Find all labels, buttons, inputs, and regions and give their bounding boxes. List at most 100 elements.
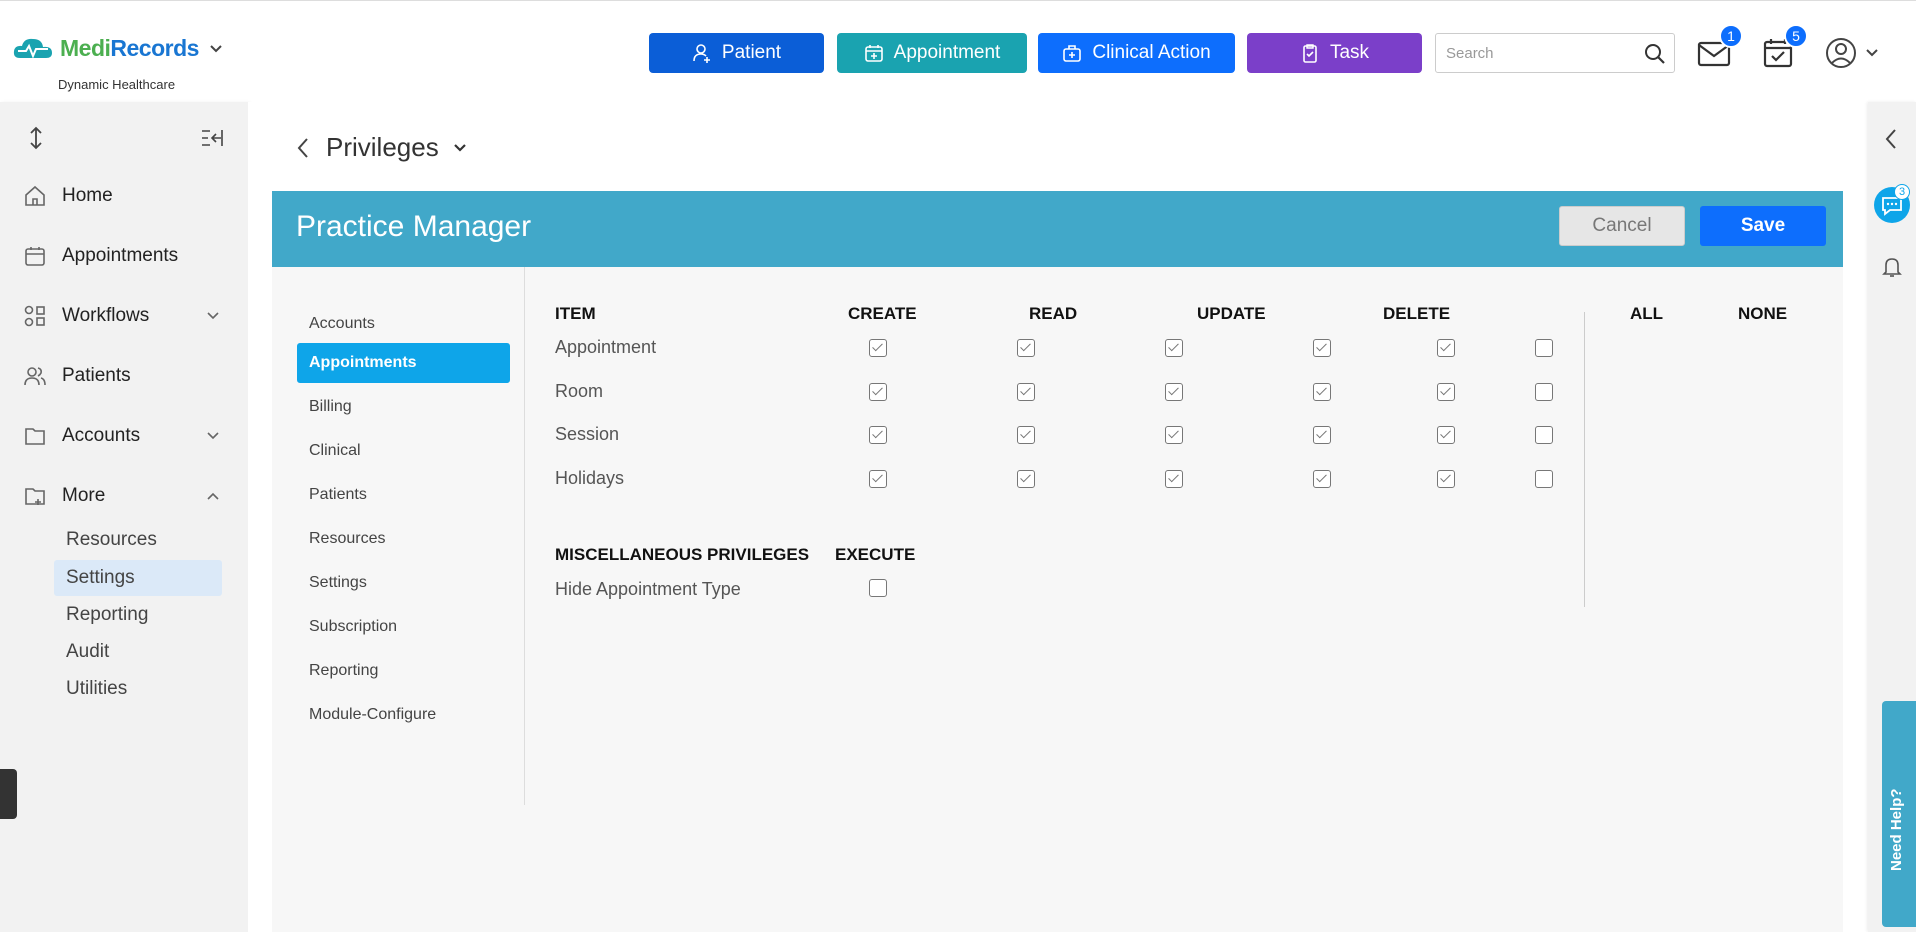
delete-checkbox[interactable]: [1313, 470, 1331, 488]
category-subscription[interactable]: Subscription: [297, 607, 510, 647]
none-checkbox[interactable]: [1535, 470, 1553, 488]
calendar-tasks-button[interactable]: 5: [1762, 24, 1808, 69]
read-checkbox[interactable]: [1017, 339, 1035, 357]
column-header-create: CREATE: [848, 304, 917, 323]
clinical-action-button[interactable]: Clinical Action: [1038, 33, 1235, 73]
sidebar-subitem-settings[interactable]: Settings: [54, 560, 222, 596]
category-billing[interactable]: Billing: [297, 387, 510, 427]
create-checkbox[interactable]: [869, 426, 887, 444]
category-module-configure[interactable]: Module-Configure: [297, 695, 510, 735]
privilege-row-label: Room: [555, 381, 604, 401]
chevron-down-icon: [1866, 49, 1878, 57]
chevron-up-icon: [207, 492, 219, 500]
messages-button[interactable]: 1: [1697, 24, 1743, 69]
patient-button[interactable]: Patient: [649, 33, 824, 73]
sidebar-item-workflows[interactable]: Workflows: [24, 301, 224, 331]
appointment-button-label: Appointment: [893, 42, 1001, 63]
brand-name: MediRecords: [60, 35, 199, 61]
sidebar-subitem-audit[interactable]: Audit: [54, 634, 222, 670]
chevron-left-icon[interactable]: [1884, 127, 1898, 151]
print-tab[interactable]: [0, 769, 17, 819]
task-button[interactable]: Task: [1247, 33, 1422, 73]
appointment-button[interactable]: Appointment: [837, 33, 1027, 73]
column-header-read: READ: [1029, 304, 1078, 323]
search-icon[interactable]: [1644, 43, 1666, 65]
sidebar-subitem-utilities[interactable]: Utilities: [54, 671, 222, 707]
execute-checkbox[interactable]: [869, 579, 887, 597]
delete-checkbox[interactable]: [1313, 339, 1331, 357]
category-accounts[interactable]: Accounts: [297, 304, 510, 344]
privilege-row-label: Session: [555, 424, 620, 444]
all-checkbox[interactable]: [1437, 470, 1455, 488]
column-header-none: NONE: [1738, 304, 1788, 323]
sidebar-subitem-resources[interactable]: Resources: [54, 522, 222, 558]
all-checkbox[interactable]: [1437, 426, 1455, 444]
misc-row-label: Hide Appointment Type: [555, 579, 741, 599]
save-button[interactable]: Save: [1700, 206, 1826, 246]
privilege-category-menu: Accounts Appointments Billing Clinical P…: [272, 267, 525, 805]
folder-icon: [25, 428, 45, 445]
none-checkbox[interactable]: [1535, 339, 1553, 357]
category-patients[interactable]: Patients: [297, 475, 510, 515]
user-menu[interactable]: [1825, 36, 1885, 70]
column-header-all: ALL: [1630, 304, 1664, 323]
sidebar-item-home[interactable]: Home: [24, 181, 224, 211]
create-checkbox[interactable]: [869, 470, 887, 488]
home-icon: [25, 185, 45, 206]
panel-header: Practice Manager Cancel Save: [272, 191, 1843, 267]
sidebar-item-patients[interactable]: Patients: [24, 361, 224, 391]
all-checkbox[interactable]: [1437, 339, 1455, 357]
sidebar-item-accounts[interactable]: Accounts: [24, 421, 224, 451]
column-header-update: UPDATE: [1197, 304, 1266, 323]
chevron-down-icon[interactable]: [453, 141, 467, 155]
privileges-table: ITEM CREATE READ UPDATE DELETE ALL NONE …: [525, 267, 1843, 805]
sidebar-subitem-reporting[interactable]: Reporting: [54, 597, 222, 633]
update-checkbox[interactable]: [1165, 426, 1183, 444]
none-checkbox[interactable]: [1535, 383, 1553, 401]
update-checkbox[interactable]: [1165, 339, 1183, 357]
sidebar-item-appointments[interactable]: Appointments: [24, 241, 224, 271]
back-arrow-icon[interactable]: [294, 136, 312, 160]
column-header-delete: DELETE: [1383, 304, 1451, 323]
sidebar-item-more[interactable]: More: [24, 481, 224, 511]
search-input[interactable]: [1436, 34, 1626, 72]
read-checkbox[interactable]: [1017, 470, 1035, 488]
all-checkbox[interactable]: [1437, 383, 1455, 401]
update-checkbox[interactable]: [1165, 470, 1183, 488]
patient-button-label: Patient: [721, 42, 782, 63]
category-appointments[interactable]: Appointments: [297, 343, 510, 383]
collapse-sidebar-icon[interactable]: [200, 127, 224, 149]
need-help-label: Need Help?: [1888, 788, 1905, 871]
cloud-logo-icon: [13, 38, 52, 59]
page-title: Privileges: [326, 132, 439, 162]
delete-checkbox[interactable]: [1313, 426, 1331, 444]
sidebar-item-label: Home: [62, 185, 113, 206]
create-checkbox[interactable]: [869, 383, 887, 401]
clipboard-check-icon: [1303, 44, 1317, 63]
brand-logo[interactable]: MediRecords: [12, 35, 223, 62]
read-checkbox[interactable]: [1017, 383, 1035, 401]
panel-body: Accounts Appointments Billing Clinical P…: [272, 267, 1843, 932]
category-resources[interactable]: Resources: [297, 519, 510, 559]
sidebar-item-label: More: [62, 485, 106, 506]
search-box: [1435, 33, 1675, 73]
bell-icon[interactable]: [1882, 256, 1902, 278]
users-icon: [24, 367, 46, 386]
chat-count-badge: 3: [1894, 184, 1910, 200]
add-user-icon: [693, 44, 710, 63]
column-header-execute: EXECUTE: [835, 545, 916, 564]
read-checkbox[interactable]: [1017, 426, 1035, 444]
create-checkbox[interactable]: [869, 339, 887, 357]
delete-checkbox[interactable]: [1313, 383, 1331, 401]
folder-add-icon: [25, 488, 45, 505]
category-clinical[interactable]: Clinical: [297, 431, 510, 471]
category-reporting[interactable]: Reporting: [297, 651, 510, 691]
none-checkbox[interactable]: [1535, 426, 1553, 444]
chevron-down-icon[interactable]: [209, 42, 223, 56]
cancel-button[interactable]: Cancel: [1559, 206, 1685, 246]
sidebar: Home Appointments Workflows Patients Acc…: [0, 102, 248, 932]
update-checkbox[interactable]: [1165, 383, 1183, 401]
need-help-tab[interactable]: Need Help?: [1882, 701, 1916, 927]
expand-vertical-icon[interactable]: [26, 126, 46, 150]
category-settings[interactable]: Settings: [297, 563, 510, 603]
